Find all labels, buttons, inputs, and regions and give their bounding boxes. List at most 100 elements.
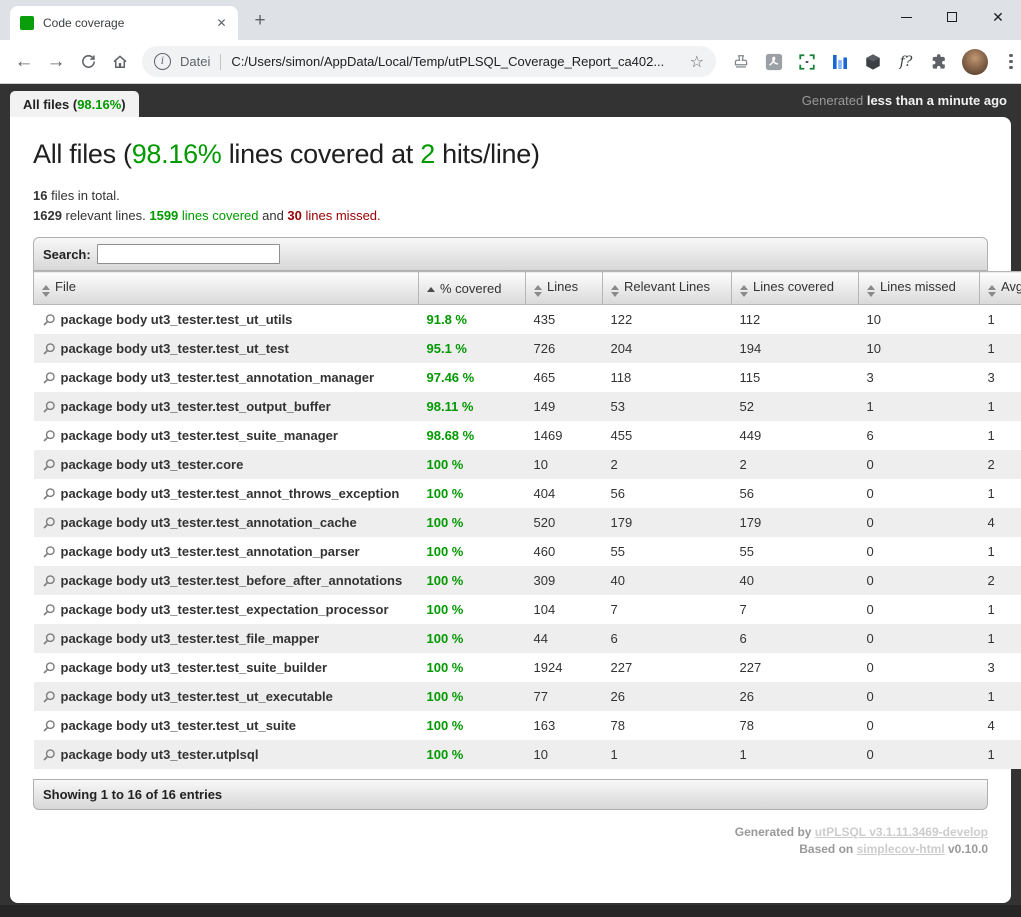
- coverage-table-section: Search: File % covered Lines Relevant Li…: [33, 237, 988, 810]
- column-header-lines[interactable]: Lines: [526, 272, 603, 305]
- file-link[interactable]: package body ut3_tester.test_annotation_…: [42, 515, 357, 530]
- table-row: package body ut3_tester.test_annotation_…: [34, 508, 1021, 537]
- back-button[interactable]: ←: [8, 46, 40, 78]
- screenshot-extension-icon[interactable]: [797, 52, 817, 72]
- lines-covered-cell: 52: [732, 392, 859, 421]
- column-header-percent-covered[interactable]: % covered: [419, 272, 526, 305]
- address-bar[interactable]: i Datei C:/Users/simon/AppData/Local/Tem…: [142, 46, 716, 77]
- bookmark-star-icon[interactable]: ☆: [690, 52, 704, 72]
- relevant-lines-cell: 204: [603, 334, 732, 363]
- lines-covered-cell: 6: [732, 624, 859, 653]
- relevant-lines-cell: 2: [603, 450, 732, 479]
- profile-avatar[interactable]: [962, 49, 988, 75]
- lines-covered-cell: 40: [732, 566, 859, 595]
- function-extension-icon[interactable]: f?: [896, 52, 916, 72]
- tab-title: Code coverage: [43, 16, 213, 30]
- column-header-relevant-lines[interactable]: Relevant Lines: [603, 272, 732, 305]
- avg-hits-cell: 1: [980, 392, 1021, 421]
- magnifier-icon: [42, 632, 56, 646]
- covered-summary: 1599 lines covered: [149, 208, 258, 223]
- close-button[interactable]: ✕: [975, 0, 1021, 34]
- file-link[interactable]: package body ut3_tester.test_annotation_…: [42, 370, 375, 385]
- file-link[interactable]: package body ut3_tester.test_output_buff…: [42, 399, 331, 414]
- file-link[interactable]: package body ut3_tester.test_ut_test: [42, 341, 289, 356]
- lines-missed-cell: 10: [859, 334, 980, 363]
- magnifier-icon: [42, 516, 56, 530]
- percent-covered-cell: 91.8 %: [419, 305, 526, 335]
- home-button[interactable]: [104, 46, 136, 78]
- browser-toolbar: ← → i Datei C:/Users/simon/AppData/Local…: [0, 40, 1021, 84]
- avg-hits-cell: 3: [980, 363, 1021, 392]
- relevant-lines-cell: 455: [603, 421, 732, 450]
- url-text[interactable]: C:/Users/simon/AppData/Local/Temp/utPLSQ…: [231, 54, 681, 69]
- lines-missed-cell: 0: [859, 566, 980, 595]
- percent-covered-cell: 100 %: [419, 508, 526, 537]
- lines-cell: 309: [526, 566, 603, 595]
- file-link[interactable]: package body ut3_tester.test_ut_utils: [42, 312, 293, 327]
- file-cell: package body ut3_tester.test_annotation_…: [34, 537, 419, 566]
- file-link[interactable]: package body ut3_tester.test_expectation…: [42, 602, 389, 617]
- browser-menu-icon[interactable]: [1001, 52, 1021, 72]
- file-cell: package body ut3_tester.test_ut_utils: [34, 305, 419, 335]
- pdf-extension-icon[interactable]: [764, 52, 784, 72]
- utplsql-version-link[interactable]: utPLSQL v3.1.11.3469-develop: [815, 825, 988, 839]
- file-cell: package body ut3_tester.test_ut_test: [34, 334, 419, 363]
- lines-missed-cell: 0: [859, 653, 980, 682]
- file-cell: package body ut3_tester.test_suite_manag…: [34, 421, 419, 450]
- page-info-icon[interactable]: i: [154, 53, 171, 70]
- simplecov-html-link[interactable]: simplecov-html: [857, 842, 945, 856]
- column-header-lines-covered[interactable]: Lines covered: [732, 272, 859, 305]
- table-row: package body ut3_tester.utplsql 100 % 10…: [34, 740, 1021, 769]
- new-tab-button[interactable]: +: [246, 7, 274, 35]
- maximize-icon: [947, 12, 957, 22]
- file-link[interactable]: package body ut3_tester.core: [42, 457, 244, 472]
- reload-button[interactable]: [72, 46, 104, 78]
- coverage-table-body: package body ut3_tester.test_ut_utils 91…: [34, 305, 1021, 770]
- maximize-button[interactable]: [929, 0, 975, 34]
- column-header-lines-missed[interactable]: Lines missed: [859, 272, 980, 305]
- magnifier-icon: [42, 429, 56, 443]
- stamp-extension-icon[interactable]: [731, 52, 751, 72]
- file-link[interactable]: package body ut3_tester.test_annot_throw…: [42, 486, 400, 501]
- file-link[interactable]: package body ut3_tester.test_suite_build…: [42, 660, 328, 675]
- column-header-avg-hits[interactable]: Avg. Hits / Line: [980, 272, 1021, 305]
- relevant-lines-cell: 122: [603, 305, 732, 335]
- file-link[interactable]: package body ut3_tester.test_file_mapper: [42, 631, 320, 646]
- all-files-tab[interactable]: All files (98.16%): [10, 91, 139, 117]
- file-cell: package body ut3_tester.test_expectation…: [34, 595, 419, 624]
- file-cell: package body ut3_tester.test_output_buff…: [34, 392, 419, 421]
- lines-missed-cell: 10: [859, 305, 980, 335]
- taskbar-sliver: [0, 905, 1021, 917]
- forward-button[interactable]: →: [40, 46, 72, 78]
- browser-tab[interactable]: Code coverage ✕: [10, 6, 238, 40]
- file-link[interactable]: package body ut3_tester.test_before_afte…: [42, 573, 403, 588]
- file-link[interactable]: package body ut3_tester.test_suite_manag…: [42, 428, 338, 443]
- file-link[interactable]: package body ut3_tester.test_annotation_…: [42, 544, 360, 559]
- search-input[interactable]: [97, 244, 280, 264]
- magnifier-icon: [42, 719, 56, 733]
- title-hits: 2: [420, 139, 435, 169]
- lines-missed-cell: 3: [859, 363, 980, 392]
- lines-missed-cell: 0: [859, 479, 980, 508]
- minimize-button[interactable]: [883, 0, 929, 34]
- stats-bars-extension-icon[interactable]: [830, 52, 850, 72]
- coverage-report-page: All files (98.16%) Generated less than a…: [0, 84, 1021, 905]
- file-link[interactable]: package body ut3_tester.utplsql: [42, 747, 259, 762]
- column-header-file[interactable]: File: [34, 272, 419, 305]
- report-content: All files (98.16% lines covered at 2 hit…: [10, 117, 1011, 903]
- avg-hits-cell: 1: [980, 624, 1021, 653]
- puzzle-extensions-menu-icon[interactable]: [929, 52, 949, 72]
- cube-extension-icon[interactable]: [863, 52, 883, 72]
- file-link[interactable]: package body ut3_tester.test_ut_suite: [42, 718, 297, 733]
- relevant-lines-cell: 26: [603, 682, 732, 711]
- files-total-line: 16 files in total.: [33, 186, 988, 206]
- lines-covered-cell: 55: [732, 537, 859, 566]
- avg-hits-cell: 3: [980, 653, 1021, 682]
- percent-covered-cell: 100 %: [419, 740, 526, 769]
- file-link[interactable]: package body ut3_tester.test_ut_executab…: [42, 689, 333, 704]
- lines-missed-cell: 1: [859, 392, 980, 421]
- relevant-lines-cell: 227: [603, 653, 732, 682]
- percent-covered-cell: 95.1 %: [419, 334, 526, 363]
- title-percent: 98.16%: [132, 139, 222, 169]
- tab-close-icon[interactable]: ✕: [213, 15, 230, 32]
